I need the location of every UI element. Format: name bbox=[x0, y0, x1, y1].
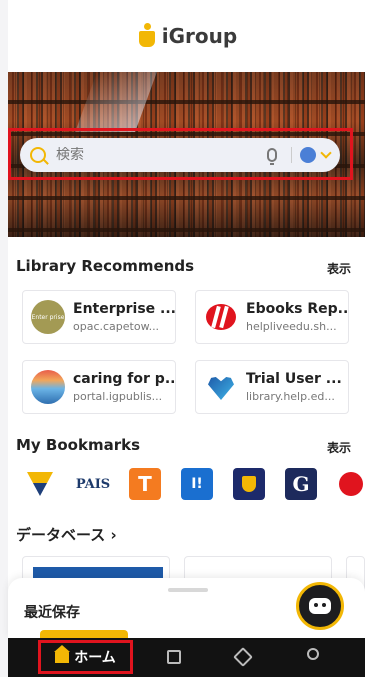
card-url: helpliveedu.sh... bbox=[246, 320, 337, 333]
nav-layers-icon[interactable] bbox=[233, 647, 253, 667]
heart-logo-icon bbox=[204, 370, 238, 404]
card-title: Enterprise ... bbox=[73, 301, 175, 317]
bookmark-i-icon[interactable]: I! bbox=[181, 468, 213, 500]
bookmark-crest-icon[interactable] bbox=[233, 468, 265, 500]
bookmark-t-icon[interactable]: T bbox=[129, 468, 161, 500]
home-icon bbox=[54, 645, 71, 663]
nav-profile-icon[interactable] bbox=[307, 648, 319, 660]
bookmark-g-icon[interactable]: G bbox=[285, 468, 317, 500]
library-show-all-link[interactable]: 表示 bbox=[327, 260, 351, 277]
igroup-logo: iGroup bbox=[136, 23, 237, 49]
library-card-caring[interactable]: caring for p... portal.igpublis... bbox=[22, 360, 176, 414]
bookmark-pais-icon[interactable]: PAIS bbox=[76, 468, 110, 500]
recent-saves-title: 最近保存 bbox=[24, 605, 80, 621]
ebooks-logo-icon bbox=[204, 300, 238, 334]
library-recommends-title: Library Recommends bbox=[16, 257, 195, 275]
search-icon bbox=[30, 147, 46, 163]
card-url: library.help.ed... bbox=[246, 390, 335, 403]
bottom-nav-bar: ホーム bbox=[8, 638, 365, 677]
my-bookmarks-title: My Bookmarks bbox=[16, 436, 140, 454]
nav-home-label: ホーム bbox=[74, 650, 116, 666]
globe-icon[interactable] bbox=[300, 147, 316, 163]
card-url: portal.igpublis... bbox=[73, 390, 163, 403]
sheet-drag-handle[interactable] bbox=[168, 588, 208, 592]
app-header: iGroup bbox=[8, 0, 365, 72]
card-title: Trial User ... bbox=[246, 371, 342, 387]
search-input[interactable] bbox=[56, 147, 267, 163]
bookmark-shield-icon[interactable] bbox=[24, 468, 56, 500]
enterprise-logo-icon: Enter prise bbox=[31, 300, 65, 334]
card-title: Ebooks Rep... bbox=[246, 301, 348, 317]
card-url: opac.capetow... bbox=[73, 320, 160, 333]
bookmarks-show-all-link[interactable]: 表示 bbox=[327, 439, 351, 456]
library-card-ebooks[interactable]: Ebooks Rep... helpliveedu.sh... bbox=[195, 290, 349, 344]
robot-icon bbox=[309, 598, 331, 614]
chatbot-button[interactable] bbox=[296, 582, 344, 630]
logo-icon bbox=[136, 23, 158, 49]
chevron-down-icon[interactable] bbox=[320, 147, 332, 159]
search-bar[interactable] bbox=[20, 138, 340, 172]
library-card-trial[interactable]: Trial User ... library.help.ed... bbox=[195, 360, 349, 414]
nav-library-icon[interactable] bbox=[167, 650, 181, 664]
library-card-enterprise[interactable]: Enter prise Enterprise ... opac.capetow.… bbox=[22, 290, 176, 344]
bookmark-red-icon[interactable] bbox=[337, 468, 365, 500]
sheet-tab-indicator bbox=[40, 630, 128, 638]
caring-logo-icon bbox=[31, 370, 65, 404]
card-title: caring for p... bbox=[73, 371, 175, 387]
database-title[interactable]: データベース › bbox=[16, 524, 117, 545]
logo-text: iGroup bbox=[161, 24, 238, 48]
chevron-right-icon: › bbox=[110, 526, 117, 544]
microphone-icon[interactable] bbox=[267, 148, 277, 165]
nav-home-tab[interactable]: ホーム bbox=[38, 640, 133, 674]
